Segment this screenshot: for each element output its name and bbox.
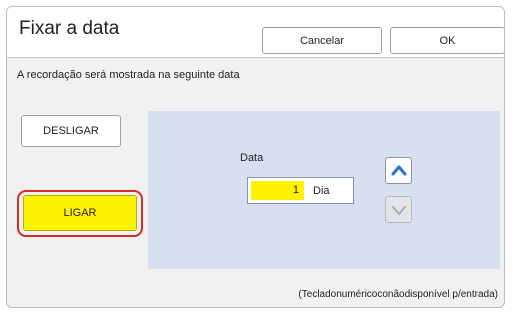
date-label: Data [240,152,264,164]
increment-button[interactable] [385,157,412,184]
off-button[interactable]: DESLIGAR [21,115,121,147]
set-date-dialog: Fixar a data Cancelar OK A recordação se… [6,6,505,308]
chevron-up-icon [391,165,406,175]
dialog-header: Fixar a data Cancelar OK [7,7,504,58]
date-value: 1 [251,181,304,200]
date-panel: Data 1 Dia [148,111,500,269]
keypad-note: (Tecladonuméricoconãodisponível p/entrad… [298,289,498,300]
on-button[interactable]: LIGAR [23,195,137,231]
ok-button[interactable]: OK [390,27,504,54]
date-unit: Dia [313,185,330,197]
date-field[interactable]: 1 Dia [247,177,354,204]
chevron-down-icon [391,205,406,215]
decrement-button[interactable] [385,196,412,223]
dialog-title: Fixar a data [19,18,120,39]
dialog-subtitle: A recordação será mostrada na seguinte d… [17,69,240,81]
cancel-button[interactable]: Cancelar [262,27,382,54]
